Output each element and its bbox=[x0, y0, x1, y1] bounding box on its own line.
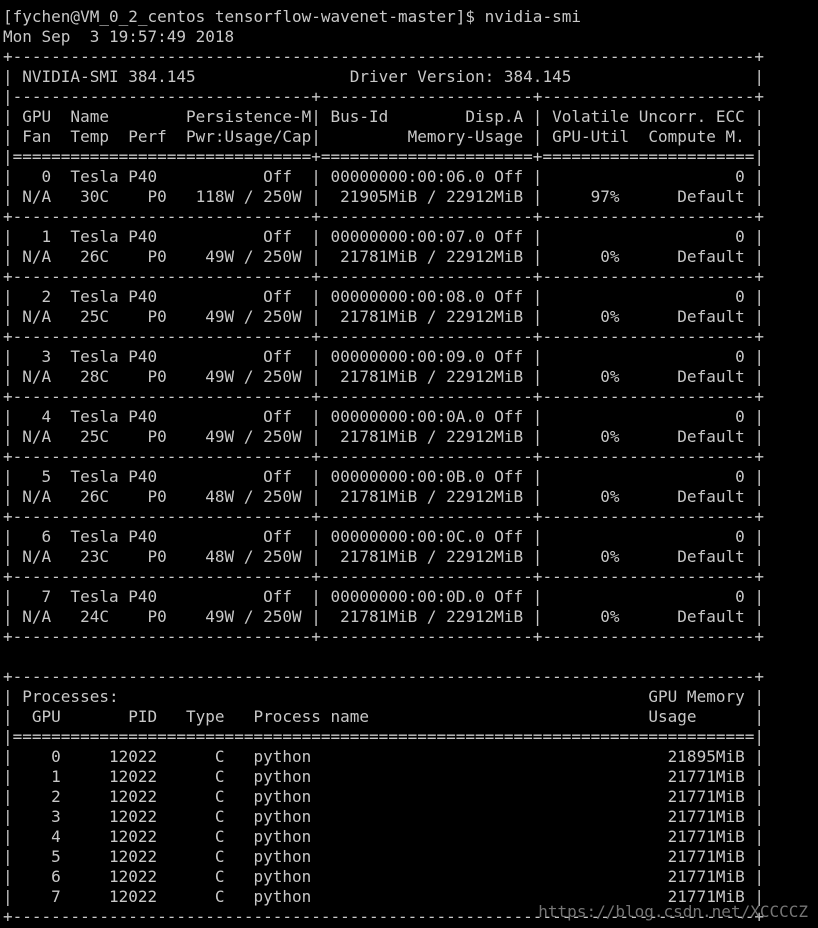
terminal-line: +-------------------------------+-------… bbox=[3, 567, 764, 586]
csdn-watermark: https://blog.csdn.net/XCCCCZ bbox=[538, 902, 808, 921]
terminal-line: | Fan Temp Perf Pwr:Usage/Cap| Memory-Us… bbox=[3, 127, 764, 146]
terminal-line: +-------------------------------+-------… bbox=[3, 327, 764, 346]
terminal-line: | 1 12022 C python 21771MiB | bbox=[3, 767, 764, 786]
terminal-line: | N/A 28C P0 49W / 250W | 21781MiB / 229… bbox=[3, 367, 764, 386]
terminal-line: | NVIDIA-SMI 384.145 Driver Version: 384… bbox=[3, 67, 764, 86]
terminal-line: +-------------------------------+-------… bbox=[3, 447, 764, 466]
terminal-line: | 1 Tesla P40 Off | 00000000:00:07.0 Off… bbox=[3, 227, 764, 246]
terminal-line: | 4 12022 C python 21771MiB | bbox=[3, 827, 764, 846]
terminal-line: | N/A 26C P0 49W / 250W | 21781MiB / 229… bbox=[3, 247, 764, 266]
terminal-line: | 5 12022 C python 21771MiB | bbox=[3, 847, 764, 866]
terminal-line: | 2 Tesla P40 Off | 00000000:00:08.0 Off… bbox=[3, 287, 764, 306]
terminal-line: +-------------------------------+-------… bbox=[3, 267, 764, 286]
terminal-line: | N/A 25C P0 49W / 250W | 21781MiB / 229… bbox=[3, 307, 764, 326]
terminal-line: +-------------------------------+-------… bbox=[3, 207, 764, 226]
terminal-line: | N/A 30C P0 118W / 250W | 21905MiB / 22… bbox=[3, 187, 764, 206]
terminal-line: +---------------------------------------… bbox=[3, 667, 764, 686]
terminal-line: Mon Sep 3 19:57:49 2018 bbox=[3, 27, 235, 46]
terminal-line: | Processes: GPU Memory | bbox=[3, 687, 764, 706]
terminal-line: | N/A 24C P0 49W / 250W | 21781MiB / 229… bbox=[3, 607, 764, 626]
terminal-line: | 2 12022 C python 21771MiB | bbox=[3, 787, 764, 806]
terminal-line: | 6 Tesla P40 Off | 00000000:00:0C.0 Off… bbox=[3, 527, 764, 546]
terminal-line: | N/A 26C P0 48W / 250W | 21781MiB / 229… bbox=[3, 487, 764, 506]
terminal-line: | 0 Tesla P40 Off | 00000000:00:06.0 Off… bbox=[3, 167, 764, 186]
terminal-line: | 5 Tesla P40 Off | 00000000:00:0B.0 Off… bbox=[3, 467, 764, 486]
terminal-line: +-------------------------------+-------… bbox=[3, 387, 764, 406]
terminal-line: | 4 Tesla P40 Off | 00000000:00:0A.0 Off… bbox=[3, 407, 764, 426]
terminal-line: | GPU PID Type Process name Usage | bbox=[3, 707, 764, 726]
terminal-line: |=======================================… bbox=[3, 727, 764, 746]
terminal-line: | 6 12022 C python 21771MiB | bbox=[3, 867, 764, 886]
terminal-line: | 0 12022 C python 21895MiB | bbox=[3, 747, 764, 766]
terminal-output: [fychen@VM_0_2_centos tensorflow-wavenet… bbox=[3, 7, 818, 927]
terminal-line: |-------------------------------+-------… bbox=[3, 87, 764, 106]
terminal-window[interactable]: [fychen@VM_0_2_centos tensorflow-wavenet… bbox=[0, 0, 818, 928]
terminal-line: | 3 12022 C python 21771MiB | bbox=[3, 807, 764, 826]
terminal-line: +-------------------------------+-------… bbox=[3, 627, 764, 646]
terminal-line: +---------------------------------------… bbox=[3, 47, 764, 66]
terminal-line: | GPU Name Persistence-M| Bus-Id Disp.A … bbox=[3, 107, 764, 126]
terminal-line: [fychen@VM_0_2_centos tensorflow-wavenet… bbox=[3, 7, 581, 26]
terminal-line: |===============================+=======… bbox=[3, 147, 764, 166]
terminal-line: | N/A 25C P0 49W / 250W | 21781MiB / 229… bbox=[3, 427, 764, 446]
terminal-line: | 3 Tesla P40 Off | 00000000:00:09.0 Off… bbox=[3, 347, 764, 366]
terminal-line: | N/A 23C P0 48W / 250W | 21781MiB / 229… bbox=[3, 547, 764, 566]
terminal-line: | 7 Tesla P40 Off | 00000000:00:0D.0 Off… bbox=[3, 587, 764, 606]
terminal-line: +-------------------------------+-------… bbox=[3, 507, 764, 526]
